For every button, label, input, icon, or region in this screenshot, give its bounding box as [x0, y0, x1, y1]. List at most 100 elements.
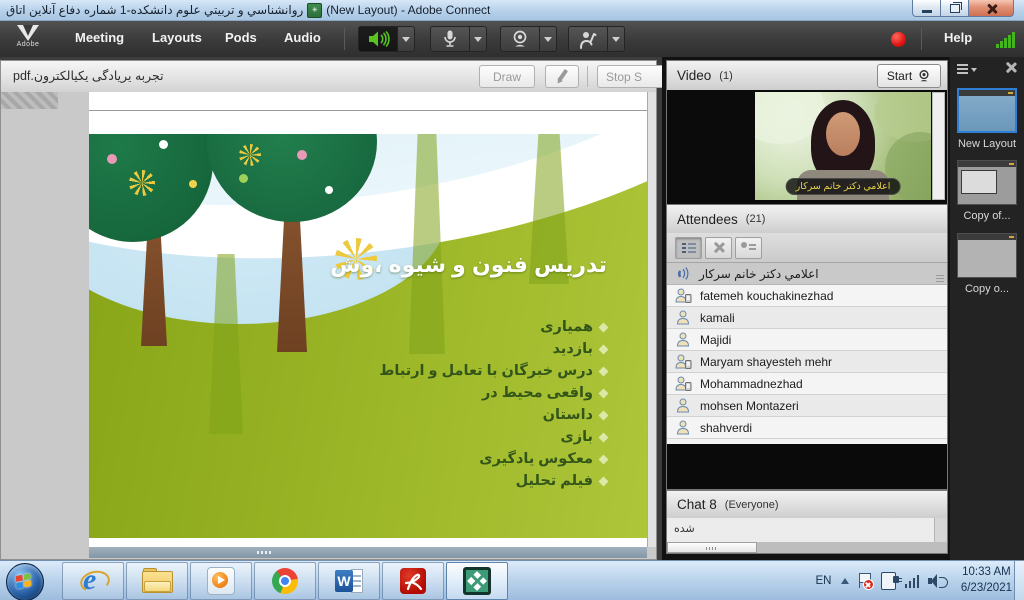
video-count: (1): [719, 70, 732, 82]
chevron-down-icon: [474, 37, 482, 42]
attendee-row-partial[interactable]: [667, 439, 947, 444]
share-vertical-scrollbar[interactable]: [647, 92, 656, 547]
draw-button[interactable]: Draw: [479, 65, 535, 88]
chat-pod: Chat 8 (Everyone) شده: [666, 490, 948, 554]
attendee-row[interactable]: fatemeh kouchakinezhad: [667, 285, 947, 307]
chat-message-area: شده: [667, 518, 947, 542]
taskbar-chrome[interactable]: [254, 562, 316, 600]
menu-pods[interactable]: Pods: [225, 30, 257, 45]
person-mobile-icon: [675, 288, 692, 303]
speaker-button[interactable]: [358, 26, 398, 52]
webcam-button[interactable]: [500, 26, 540, 52]
share-horizontal-scrollbar[interactable]: [89, 547, 647, 558]
bullet-marker-icon: [599, 454, 609, 464]
webcam-icon: [510, 29, 530, 49]
slide-bullet: بازدید: [379, 338, 607, 360]
menu-meeting[interactable]: Meeting: [75, 30, 124, 45]
slide-bullet: معکوس یادگیری: [379, 448, 607, 470]
connect-meeting-icon: ✳: [307, 3, 322, 18]
volume-icon[interactable]: [928, 574, 944, 588]
window-controls: [912, 0, 1014, 17]
layout-thumbnail-copy-1[interactable]: [957, 160, 1017, 205]
taskbar-word[interactable]: W: [318, 562, 380, 600]
taskbar-windows-explorer[interactable]: [126, 562, 188, 600]
webcam-control: [500, 26, 557, 52]
taskbar-media-player[interactable]: [190, 562, 252, 600]
video-scrollbar[interactable]: [932, 92, 945, 200]
stop-sharing-button[interactable]: Stop S: [597, 65, 667, 88]
help-menu[interactable]: Help: [944, 30, 972, 45]
speaker-menu-button[interactable]: [398, 26, 415, 52]
microphone-button[interactable]: [430, 26, 470, 52]
clock-date: 6/23/2021: [961, 580, 1012, 596]
connection-signal-icon: [996, 30, 1020, 48]
chrome-icon: [272, 568, 298, 594]
slide-bullet: همیاری: [379, 316, 607, 338]
status-menu-button[interactable]: [608, 26, 625, 52]
attendee-row[interactable]: mohsen Montazeri: [667, 395, 947, 417]
video-pod: Video (1) Start: [666, 60, 948, 205]
attendee-row[interactable]: kamali: [667, 307, 947, 329]
layouts-strip-close-button[interactable]: [1005, 61, 1017, 73]
restore-icon: [950, 4, 960, 13]
layout-thumbnail-new-layout[interactable]: [957, 88, 1017, 133]
webcam-menu-button[interactable]: [540, 26, 557, 52]
restore-button[interactable]: [941, 0, 969, 17]
thumbnail-content: [958, 240, 1016, 277]
minimize-button[interactable]: [912, 0, 941, 17]
attendee-list-view-button[interactable]: [675, 237, 702, 259]
attendee-name: Majidi: [700, 333, 731, 347]
attendee-row[interactable]: Majidi: [667, 329, 947, 351]
webcam-icon: [917, 69, 931, 83]
action-center-icon[interactable]: [858, 573, 872, 589]
flower-dot: [239, 174, 248, 183]
chevron-down-icon: [544, 37, 552, 42]
status-control: [568, 26, 625, 52]
speaker-face: [826, 112, 860, 156]
attendee-name: kamali: [700, 311, 735, 325]
breakout-view-button[interactable]: [705, 237, 732, 259]
power-plug-icon[interactable]: [881, 572, 896, 590]
hamburger-menu-icon: [957, 64, 968, 75]
language-indicator[interactable]: EN: [816, 575, 832, 587]
attendee-row[interactable]: اعلامي دكتر خانم سركار: [667, 263, 947, 285]
taskbar-acrobat-reader[interactable]: [382, 562, 444, 600]
attendee-name: Maryam shayesteh mehr: [700, 355, 832, 369]
attendee-status-view-button[interactable]: [735, 237, 762, 259]
raise-hand-button[interactable]: [568, 26, 608, 52]
taskbar-internet-explorer[interactable]: e: [62, 562, 124, 600]
slide-graphic: تدریس فنون و شیوه ،وش همیاری بازدید درس …: [89, 134, 647, 538]
bullet-marker-icon: [599, 388, 609, 398]
microphone-menu-button[interactable]: [470, 26, 487, 52]
taskbar-adobe-connect[interactable]: [446, 562, 508, 600]
attendee-row[interactable]: Maryam shayesteh mehr: [667, 351, 947, 373]
slide-bullet: واقعی محیط در: [379, 382, 607, 404]
pen-tool-button[interactable]: [545, 65, 579, 88]
slide-title: تدریس فنون و شیوه ،وش: [330, 252, 607, 278]
show-desktop-button[interactable]: [1014, 561, 1024, 600]
network-signal-icon[interactable]: [905, 574, 920, 588]
bullet-marker-icon: [599, 322, 609, 332]
start-webcam-label: Start: [887, 69, 912, 83]
close-button[interactable]: [969, 0, 1014, 17]
chat-horizontal-scrollbar[interactable]: [667, 542, 947, 553]
menu-audio[interactable]: Audio: [284, 30, 321, 45]
attendee-row[interactable]: Mohammadnezhad: [667, 373, 947, 395]
scrollbar-thumb[interactable]: [667, 542, 757, 553]
person-mobile-icon: [675, 376, 692, 391]
attendee-row[interactable]: shahverdi: [667, 417, 947, 439]
share-pod: تجربه یریادگی یکیالکترون.pdf Draw Stop S: [0, 60, 657, 560]
menu-layouts[interactable]: Layouts: [152, 30, 202, 45]
start-button[interactable]: [6, 563, 44, 600]
scrollbar-grip-icon: [706, 547, 716, 550]
layout-thumbnail-copy-2[interactable]: [957, 233, 1017, 278]
pod-resize-grip-icon[interactable]: [936, 275, 944, 282]
chat-vertical-scrollbar[interactable]: [934, 518, 947, 542]
layouts-menu-button[interactable]: [957, 63, 977, 76]
start-webcam-button[interactable]: Start: [877, 64, 941, 88]
show-hidden-icons-button[interactable]: [841, 578, 849, 584]
taskbar-clock[interactable]: 10:33 AM 6/23/2021: [961, 564, 1012, 596]
thumbnail-inner-pod: [961, 170, 997, 194]
video-pod-body: اعلامي دكتر خانم سركار: [667, 90, 947, 204]
attendees-pod: Attendees (21) اعلامي دكتر خانم سركار: [666, 204, 948, 490]
